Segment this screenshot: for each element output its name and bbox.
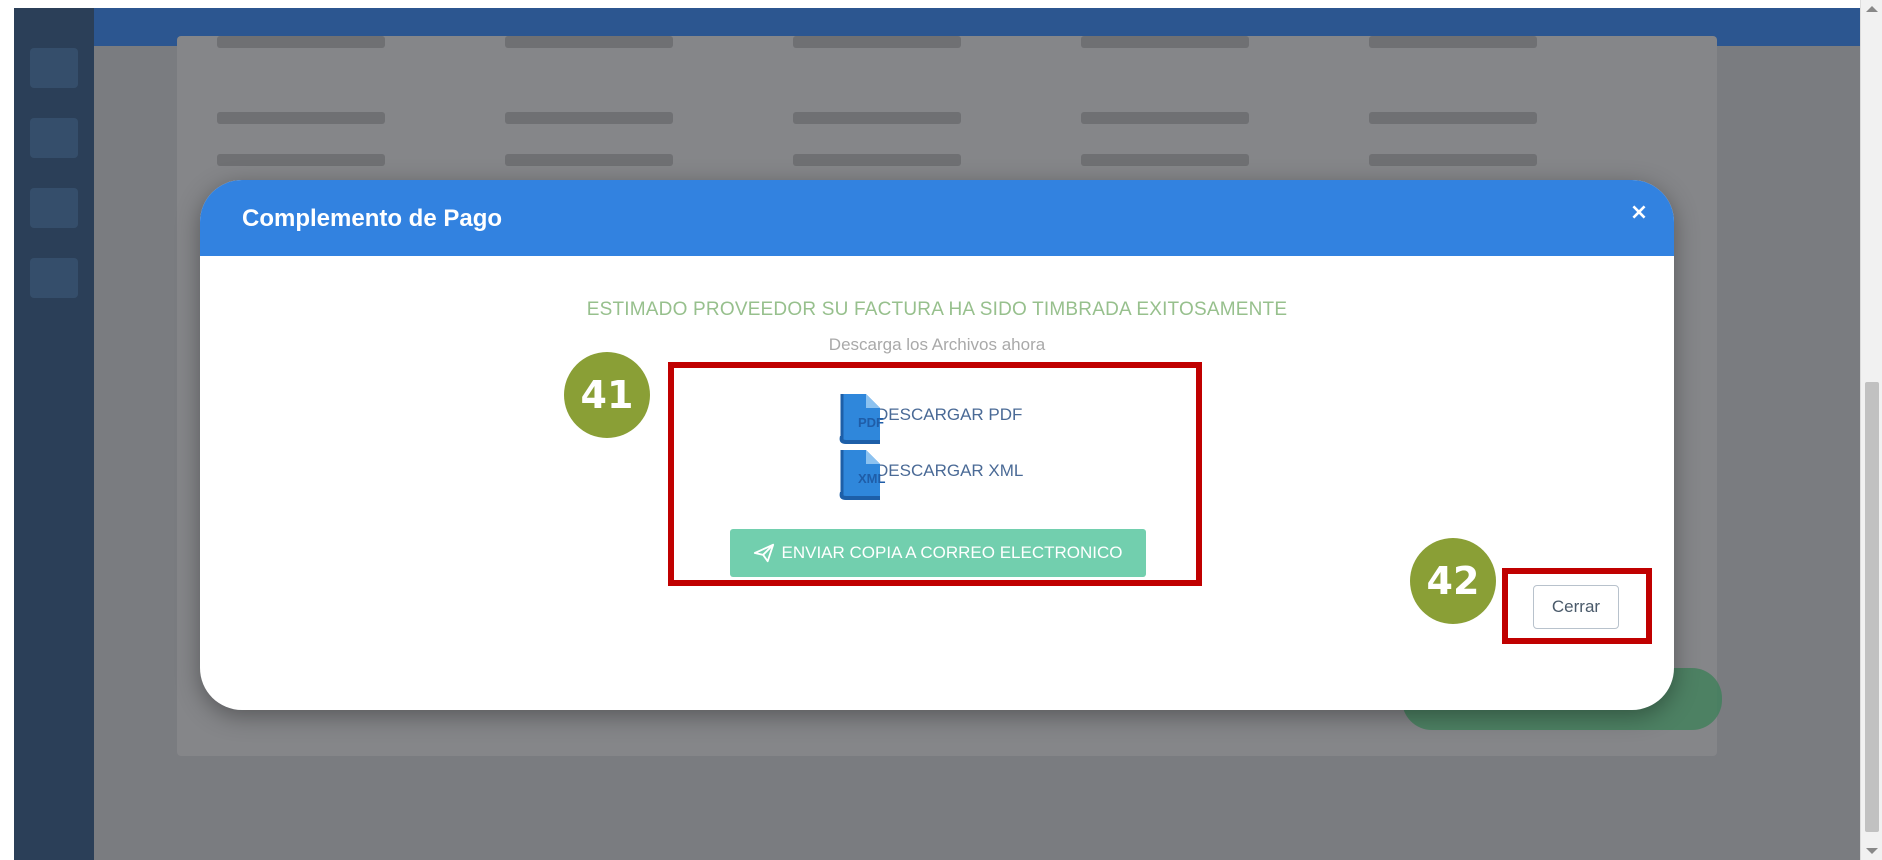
highlight-box-close-button <box>1502 568 1652 644</box>
step-badge-42: 42 <box>1410 538 1496 624</box>
scroll-up-arrow-icon[interactable] <box>1866 6 1878 12</box>
sidebar-item <box>30 118 78 158</box>
sidebar-item <box>30 258 78 298</box>
modal-title: Complemento de Pago <box>242 205 503 232</box>
modal-header: Complemento de Pago × <box>200 180 1674 256</box>
background-table-row <box>217 154 1657 172</box>
highlight-box-download-options <box>668 362 1202 586</box>
scroll-thumb[interactable] <box>1865 382 1879 832</box>
background-table-row <box>217 112 1657 130</box>
background-table-row <box>217 36 1657 54</box>
sidebar-item <box>30 48 78 88</box>
success-message: ESTIMADO PROVEEDOR SU FACTURA HA SIDO TI… <box>586 299 1288 320</box>
app-sidebar <box>14 8 94 860</box>
screenshot-frame: Complemento de Pago × ESTIMADO PROVEEDOR… <box>0 0 1882 860</box>
close-icon[interactable]: × <box>1624 198 1654 228</box>
scroll-down-arrow-icon[interactable] <box>1866 848 1878 854</box>
sidebar-item <box>30 188 78 228</box>
vertical-scrollbar[interactable] <box>1860 0 1882 860</box>
step-badge-41: 41 <box>564 352 650 438</box>
download-subtitle: Descarga los Archivos ahora <box>828 335 1046 354</box>
